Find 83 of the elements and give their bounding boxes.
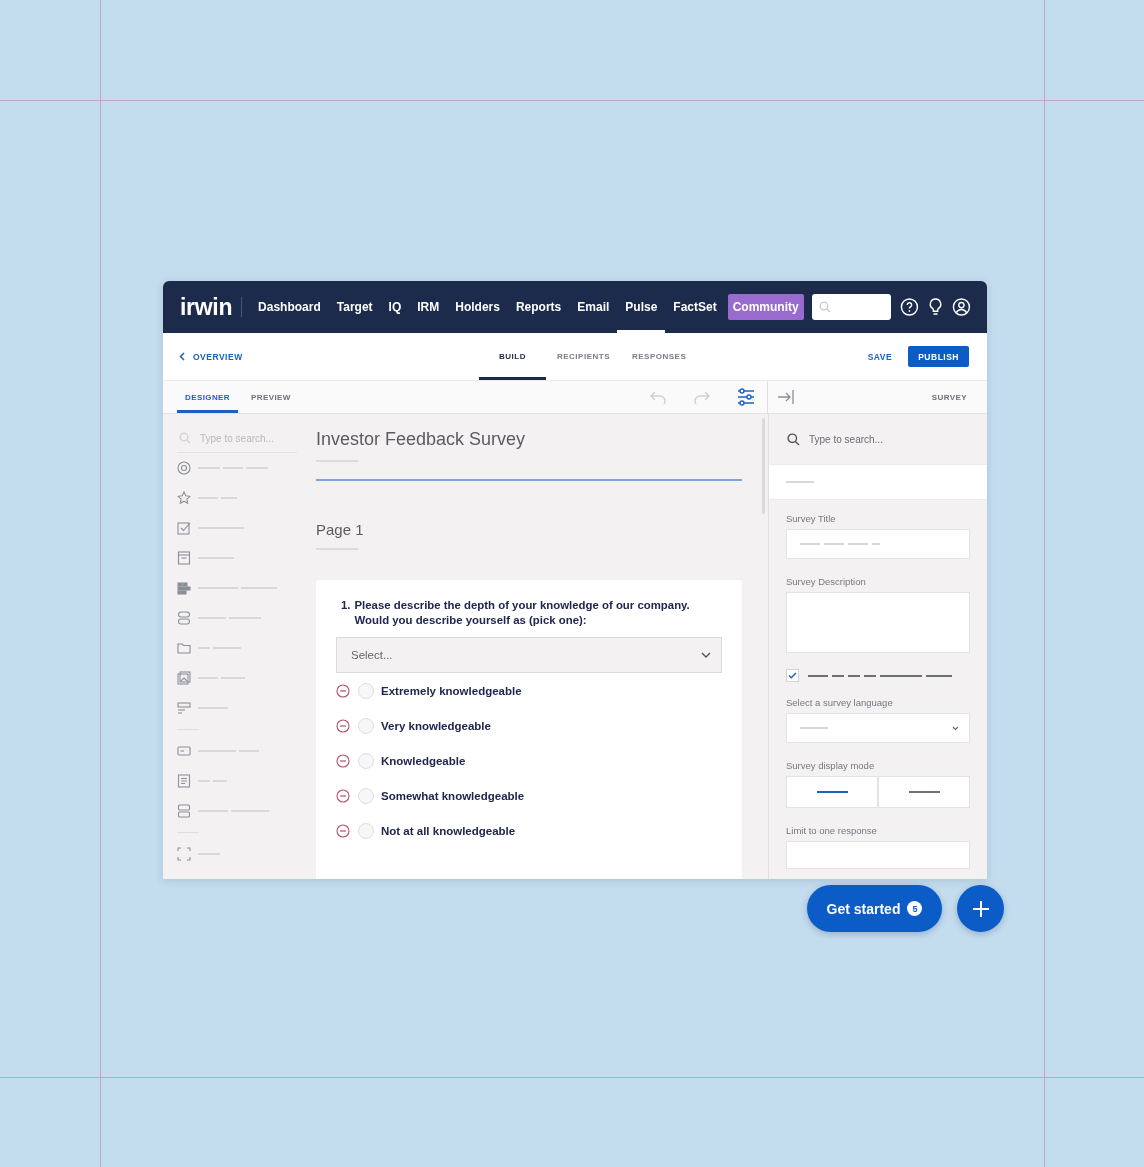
- view-tab[interactable]: PREVIEW: [243, 381, 299, 413]
- option-label: Very knowledgeable: [381, 719, 491, 732]
- add-button[interactable]: [957, 885, 1004, 932]
- toggle-icon: [177, 611, 191, 625]
- tab[interactable]: RECIPIENTS: [545, 333, 621, 380]
- radio-button[interactable]: [358, 682, 374, 699]
- radio-button[interactable]: [358, 787, 374, 804]
- lightbulb-icon[interactable]: [928, 297, 944, 317]
- remove-icon[interactable]: [336, 753, 350, 768]
- logo: irwin: [180, 293, 233, 321]
- folder-icon: [177, 641, 191, 655]
- get-started-button[interactable]: Get started 5: [807, 885, 942, 932]
- tab[interactable]: RESPONSES: [620, 333, 698, 380]
- display-mode-option[interactable]: [786, 776, 878, 808]
- nav-link[interactable]: Reports: [507, 281, 570, 333]
- input-field[interactable]: [786, 529, 970, 559]
- search-icon: [179, 432, 191, 444]
- search-field[interactable]: Type to search...: [200, 432, 285, 444]
- search-field[interactable]: [811, 294, 892, 320]
- page-title: Page 1: [316, 521, 365, 538]
- display-mode-option[interactable]: [878, 776, 970, 808]
- search-icon: [818, 301, 831, 313]
- nav-link[interactable]: IQ: [380, 281, 410, 333]
- redo-icon[interactable]: [693, 390, 711, 404]
- nav-link[interactable]: Email: [569, 281, 618, 333]
- field-label: Limit to one response: [786, 825, 878, 836]
- nav-link[interactable]: FactSet: [665, 281, 725, 333]
- remove-icon[interactable]: [336, 823, 350, 838]
- chevron-left-icon: [179, 352, 185, 361]
- remove-icon[interactable]: [336, 683, 350, 698]
- option-label: Somewhat knowledgeable: [381, 789, 525, 802]
- frame-icon: [177, 847, 191, 861]
- count-badge: 5: [907, 901, 923, 916]
- radio-button[interactable]: [358, 752, 374, 769]
- nav-link[interactable]: Target: [328, 281, 381, 333]
- plus-icon: [971, 899, 990, 918]
- rows-icon: [177, 804, 191, 818]
- image-icon: [177, 671, 191, 685]
- nav-link[interactable]: IRM: [409, 281, 448, 333]
- input-field[interactable]: [786, 841, 970, 869]
- chevron-down-icon: [701, 652, 711, 658]
- option-label: Not at all knowledgeable: [381, 824, 516, 837]
- back-link[interactable]: OVERVIEW: [179, 351, 479, 362]
- chevron-down-icon: [952, 725, 959, 731]
- radio-button[interactable]: [358, 717, 374, 734]
- help-icon[interactable]: [900, 297, 920, 317]
- user-icon[interactable]: [952, 297, 971, 317]
- text-area[interactable]: [786, 592, 970, 653]
- text-icon: [177, 774, 191, 788]
- search-icon: [787, 432, 800, 446]
- check-icon: [177, 521, 191, 535]
- save-link[interactable]: SAVE: [867, 351, 893, 362]
- select-dropdown[interactable]: [786, 713, 970, 743]
- form-icon: [177, 701, 191, 715]
- option-label: Knowledgeable: [381, 754, 466, 767]
- undo-icon[interactable]: [649, 390, 667, 404]
- archive-icon: [177, 551, 191, 565]
- field-label: Survey Description: [786, 576, 867, 587]
- community-button[interactable]: Community: [727, 294, 804, 320]
- nav-link[interactable]: Holders: [447, 281, 508, 333]
- input-icon: [177, 744, 191, 758]
- select-dropdown[interactable]: Select...: [336, 637, 722, 673]
- grid-icon: [177, 581, 191, 595]
- panel-title: SURVEY: [931, 392, 967, 402]
- search-field[interactable]: Type to search...: [809, 433, 929, 445]
- radio-button[interactable]: [358, 822, 374, 839]
- settings-sliders-icon[interactable]: [737, 388, 755, 406]
- target-icon: [177, 461, 191, 475]
- option-label: Extremely knowledgeable: [381, 684, 522, 697]
- nav-link[interactable]: Pulse: [617, 281, 666, 333]
- nav-link[interactable]: Dashboard: [250, 281, 329, 333]
- checkbox[interactable]: [786, 669, 799, 682]
- field-label: Survey display mode: [786, 760, 876, 771]
- question-number: 1.: [341, 598, 351, 613]
- star-icon: [177, 491, 191, 505]
- publish-button[interactable]: PUBLISH: [908, 346, 969, 367]
- field-label: Select a survey language: [786, 697, 894, 708]
- collapse-panel-icon[interactable]: [777, 389, 795, 405]
- survey-title: Investor Feedback Survey: [316, 429, 527, 450]
- field-label: Survey Title: [786, 513, 837, 524]
- question-text: Please describe the depth of your knowledge of our company. Would you describe yourself as (pick one):: [354, 598, 691, 628]
- remove-icon[interactable]: [336, 718, 350, 733]
- remove-icon[interactable]: [336, 788, 350, 803]
